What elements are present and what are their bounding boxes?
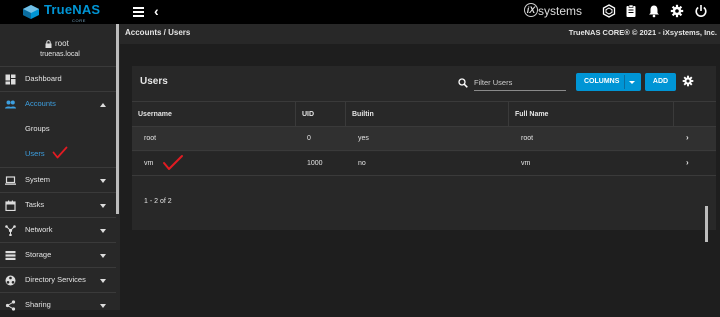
chevron-down-icon xyxy=(100,204,106,208)
column-header-uid[interactable]: UID xyxy=(295,102,345,126)
expand-row-chevron-icon[interactable]: › xyxy=(686,158,689,167)
breadcrumb-bar: Accounts / Users TrueNAS CORE® © 2021 - … xyxy=(120,24,720,44)
sidebar-item-directory-services[interactable]: Directory Services xyxy=(0,267,116,292)
chevron-down-icon xyxy=(100,229,106,233)
table-settings-gear-icon[interactable] xyxy=(682,75,694,87)
search-icon xyxy=(458,78,468,88)
checkmark-annotation-icon xyxy=(52,146,68,159)
host-name: truenas.local xyxy=(40,51,80,58)
chevron-down-icon xyxy=(100,304,106,308)
sidebar-item-label: Accounts xyxy=(25,99,56,108)
gear-icon[interactable] xyxy=(670,4,684,18)
column-header-username[interactable]: Username xyxy=(132,102,295,126)
checkmark-annotation-icon xyxy=(163,155,183,170)
sidebar-item-users[interactable]: Users xyxy=(0,142,116,167)
sidebar-item-sharing[interactable]: Sharing xyxy=(0,292,116,317)
sidebar-item-groups[interactable]: Groups xyxy=(0,117,116,142)
top-bar: TrueNAS CORE ‹ iX systems xyxy=(0,0,720,24)
breadcrumb: Accounts / Users xyxy=(125,28,191,37)
ix-wordmark: systems xyxy=(538,4,583,18)
clipboard-icon[interactable] xyxy=(624,4,638,18)
filter-users-input[interactable] xyxy=(474,75,566,91)
column-header-builtin[interactable]: Builtin xyxy=(345,102,508,126)
menu-icon[interactable] xyxy=(133,7,144,17)
people-icon xyxy=(5,100,16,109)
sidebar-item-storage[interactable]: Storage xyxy=(0,242,116,267)
chevron-up-icon xyxy=(100,103,106,107)
cell-full-name: root xyxy=(521,135,534,142)
directory-icon xyxy=(5,275,16,286)
chevron-down-icon[interactable] xyxy=(629,81,635,84)
sidebar-scrollbar[interactable] xyxy=(116,24,119,214)
sidebar-item-label: Groups xyxy=(25,124,50,133)
column-header-actions xyxy=(673,102,716,126)
logo-text: TrueNAS xyxy=(44,2,101,17)
column-header-full-name[interactable]: Full Name xyxy=(508,102,673,126)
table-row[interactable]: vm 1000 no vm › xyxy=(132,152,716,176)
sidebar-item-label: Tasks xyxy=(25,200,45,209)
sidebar-item-label: Users xyxy=(25,149,45,158)
user-info: root truenas.local xyxy=(0,24,120,66)
laptop-icon xyxy=(5,176,16,185)
truenas-logo[interactable]: TrueNAS CORE xyxy=(22,2,108,23)
lock-icon xyxy=(45,40,52,48)
sidebar-item-tasks[interactable]: Tasks xyxy=(0,192,116,217)
logo-subtext: CORE xyxy=(72,18,86,23)
ixsystems-logo: iX systems xyxy=(524,3,590,21)
columns-button[interactable]: COLUMNS xyxy=(576,73,641,91)
sidebar-item-label: Directory Services xyxy=(25,275,86,284)
back-icon[interactable]: ‹ xyxy=(154,3,164,19)
sidebar-item-network[interactable]: Network xyxy=(0,217,116,242)
power-icon[interactable] xyxy=(694,4,708,18)
cell-username: vm xyxy=(144,160,154,167)
cell-builtin: no xyxy=(358,160,366,167)
truenas-logo-icon xyxy=(23,5,39,19)
sidebar-item-label: System xyxy=(25,175,51,184)
copyright-text: TrueNAS CORE® © 2021 - iXsystems, Inc. xyxy=(568,28,717,37)
cell-full-name: vm xyxy=(521,160,531,167)
sidebar-item-system[interactable]: System xyxy=(0,167,116,192)
sidebar-item-label: Network xyxy=(25,225,53,234)
chevron-down-icon xyxy=(100,254,106,258)
sidebar-item-dashboard[interactable]: Dashboard xyxy=(0,66,116,91)
sidebar-item-label: Dashboard xyxy=(25,74,62,83)
chevron-down-icon xyxy=(100,179,106,183)
expand-row-chevron-icon[interactable]: › xyxy=(686,133,689,142)
dashboard-icon xyxy=(5,74,16,85)
users-table-card: Users COLUMNS ADD Username UID Builtin F… xyxy=(132,66,716,230)
table-row[interactable]: root 0 yes root › xyxy=(132,127,716,151)
user-name: root xyxy=(55,39,69,48)
share-icon xyxy=(5,300,16,311)
ix-mark: iX xyxy=(524,3,538,17)
cell-builtin: yes xyxy=(358,135,369,142)
cell-username: root xyxy=(144,135,157,142)
truecommand-icon[interactable] xyxy=(602,4,616,18)
cell-uid: 0 xyxy=(307,135,311,142)
storage-icon xyxy=(5,251,16,260)
main-content: Accounts / Users TrueNAS CORE® © 2021 - … xyxy=(120,24,720,310)
chevron-down-icon xyxy=(100,279,106,283)
content-scrollbar[interactable] xyxy=(705,206,708,242)
pagination-range: 1 - 2 of 2 xyxy=(144,198,172,205)
sidebar: root truenas.local Dashboard Accounts Gr… xyxy=(0,24,120,311)
network-icon xyxy=(5,225,16,236)
table-header: Username UID Builtin Full Name xyxy=(132,101,716,127)
page-title: Users xyxy=(140,76,168,87)
cell-uid: 1000 xyxy=(307,160,323,167)
sidebar-item-label: Storage xyxy=(25,250,52,259)
add-user-button[interactable]: ADD xyxy=(645,73,676,91)
bell-icon[interactable] xyxy=(647,4,661,18)
calendar-icon xyxy=(5,200,16,211)
sidebar-item-accounts[interactable]: Accounts xyxy=(0,91,116,116)
sidebar-item-label: Sharing xyxy=(25,300,51,309)
button-divider xyxy=(624,75,625,89)
columns-button-label: COLUMNS xyxy=(584,78,620,85)
